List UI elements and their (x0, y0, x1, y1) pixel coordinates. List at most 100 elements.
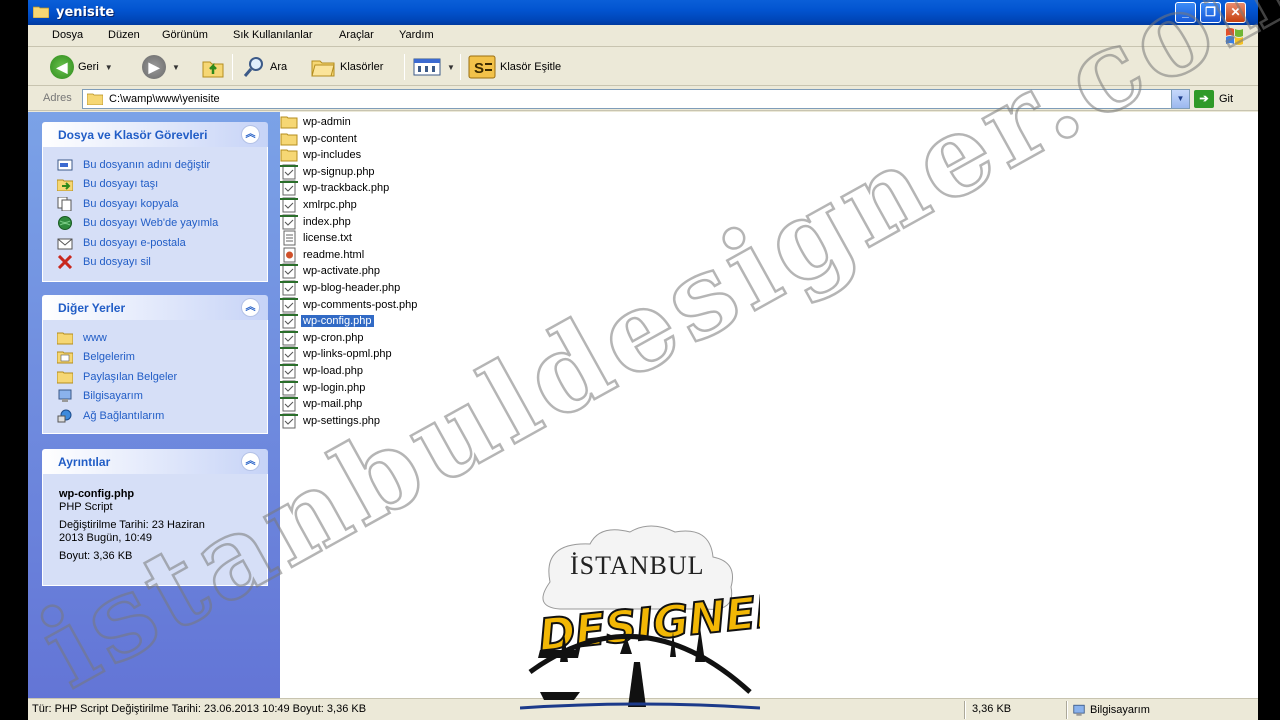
task-rename[interactable]: Bu dosyanın adını değiştir (57, 155, 257, 175)
chevron-down-icon: ▼ (172, 62, 180, 72)
file-list[interactable]: wp-admin wp-content wp-includes wp-signup.p… (280, 112, 1258, 698)
address-input[interactable]: C:\wamp\www\yenisite ▼ (82, 89, 1190, 109)
status-info: Tür: PHP Script Değiştirilme Tarihi: 23.… (32, 703, 367, 715)
file-item[interactable]: xmlrpc.php (280, 197, 359, 213)
up-folder-button[interactable] (201, 54, 225, 80)
menu-tools[interactable]: Araçlar (339, 29, 374, 41)
file-item[interactable]: wp-settings.php (280, 413, 382, 429)
folder-icon (57, 332, 73, 345)
rename-icon (57, 159, 73, 171)
file-name: wp-settings.php (303, 414, 381, 427)
place-my-computer[interactable]: Bilgisayarım (57, 387, 257, 407)
views-icon (413, 58, 441, 76)
file-item[interactable]: wp-blog-header.php (280, 280, 402, 296)
place-shared-documents[interactable]: Paylaşılan Belgeler (57, 367, 257, 387)
folder-sync-button[interactable]: S Klasör Eşitle (468, 54, 561, 80)
task-delete[interactable]: Bu dosyayı sil (57, 253, 257, 273)
detail-size: Boyut: 3,36 KB (59, 550, 133, 562)
php-file-icon (280, 396, 298, 412)
collapse-icon[interactable]: ︽ (241, 452, 260, 471)
php-file-icon (280, 363, 298, 379)
file-name: xmlrpc.php (303, 199, 357, 211)
file-item[interactable]: wp-signup.php (280, 164, 377, 180)
php-file-icon (280, 164, 298, 180)
windows-logo-icon (1226, 28, 1243, 45)
html-file-icon (280, 247, 298, 263)
php-file-icon (280, 380, 298, 396)
file-item[interactable]: wp-comments-post.php (280, 297, 419, 313)
back-arrow-icon: ◀ (50, 55, 74, 79)
file-tasks-header[interactable]: Dosya ve Klasör Görevleri ︽ (42, 122, 268, 147)
place-network-connections[interactable]: Ağ Bağlantılarım (57, 406, 257, 426)
title-bar[interactable]: yenisite _ ❐ ✕ (28, 0, 1258, 25)
task-web-publish[interactable]: Bu dosyayı Web'de yayımla (57, 214, 257, 234)
window-title: yenisite (56, 5, 115, 20)
chevron-down-icon: ▼ (104, 62, 113, 72)
php-file-icon (280, 413, 298, 429)
file-item[interactable]: wp-mail.php (280, 396, 364, 412)
close-button[interactable]: ✕ (1225, 2, 1246, 23)
file-name: wp-login.php (303, 381, 366, 394)
toolbar-separator (404, 54, 405, 80)
file-item[interactable]: license.txt (280, 230, 354, 246)
file-item[interactable]: readme.html (280, 247, 366, 263)
php-file-icon (280, 263, 298, 279)
back-button[interactable]: ◀ Geri ▼ (50, 54, 113, 80)
forward-button[interactable]: ▶ ▼ (142, 54, 180, 80)
delete-icon (57, 255, 73, 270)
menu-edit[interactable]: Düzen (108, 29, 140, 41)
file-name: wp-blog-header.php (303, 282, 401, 294)
file-item[interactable]: wp-content (280, 131, 359, 147)
folders-icon (311, 60, 335, 77)
status-zone: Bilgisayarım (1072, 702, 1150, 718)
file-name: wp-includes (303, 149, 362, 162)
php-file-icon (280, 280, 298, 296)
menu-file[interactable]: Dosya (52, 29, 83, 41)
computer-icon (1073, 704, 1085, 716)
views-button[interactable]: ▼ (413, 54, 455, 80)
menu-help[interactable]: Yardım (399, 29, 434, 41)
details-header[interactable]: Ayrıntılar ︽ (42, 449, 268, 474)
task-move[interactable]: Bu dosyayı taşı (57, 175, 257, 195)
chevron-down-icon: ▼ (1176, 94, 1185, 103)
txt-file-icon (280, 230, 298, 246)
other-places-panel: Diğer Yerler ︽ www Belgelerim Paylaşılan… (42, 295, 268, 434)
task-copy[interactable]: Bu dosyayı kopyala (57, 194, 257, 214)
menu-view[interactable]: Görünüm (162, 29, 208, 41)
place-my-documents[interactable]: Belgelerim (57, 348, 257, 368)
file-item[interactable]: wp-includes (280, 147, 363, 163)
task-email[interactable]: Bu dosyayı e-postala (57, 233, 257, 253)
minimize-button[interactable]: _ (1175, 2, 1196, 23)
logo-top-text: İSTANBUL (570, 551, 704, 580)
folder-icon (280, 132, 298, 146)
folders-button[interactable]: Klasörler (310, 54, 383, 80)
file-item[interactable]: wp-activate.php (280, 263, 382, 279)
file-item[interactable]: wp-login.php (280, 380, 367, 396)
up-folder-icon (202, 61, 224, 78)
file-item[interactable]: wp-links-opml.php (280, 346, 394, 362)
folder-icon (87, 93, 103, 105)
detail-modified-date: 2013 Bugün, 10:49 (59, 532, 152, 544)
address-label: Adres (43, 92, 72, 104)
chevron-down-icon: ▼ (447, 62, 455, 72)
file-item[interactable]: wp-config.php (280, 313, 375, 329)
collapse-icon[interactable]: ︽ (241, 125, 260, 144)
menu-bar: Dosya Düzen Görünüm Sık Kullanılanlar Ar… (28, 25, 1258, 47)
maximize-button[interactable]: ❐ (1200, 2, 1221, 23)
menu-favorites[interactable]: Sık Kullanılanlar (233, 29, 313, 41)
file-name: wp-activate.php (303, 265, 381, 278)
file-item[interactable]: wp-cron.php (280, 330, 366, 346)
file-item[interactable]: index.php (280, 214, 353, 230)
address-dropdown-button[interactable]: ▼ (1171, 90, 1189, 108)
go-button[interactable]: ➔ Git (1194, 89, 1233, 109)
collapse-icon[interactable]: ︽ (241, 298, 260, 317)
file-name: wp-content (303, 132, 357, 145)
place-www[interactable]: www (57, 328, 257, 348)
file-item[interactable]: wp-trackback.php (280, 180, 391, 196)
network-icon (57, 409, 72, 423)
file-item[interactable]: wp-admin (280, 114, 353, 130)
search-button[interactable]: Ara (242, 54, 287, 80)
file-item[interactable]: wp-load.php (280, 363, 365, 379)
folder-icon (280, 115, 298, 129)
other-places-header[interactable]: Diğer Yerler ︽ (42, 295, 268, 320)
